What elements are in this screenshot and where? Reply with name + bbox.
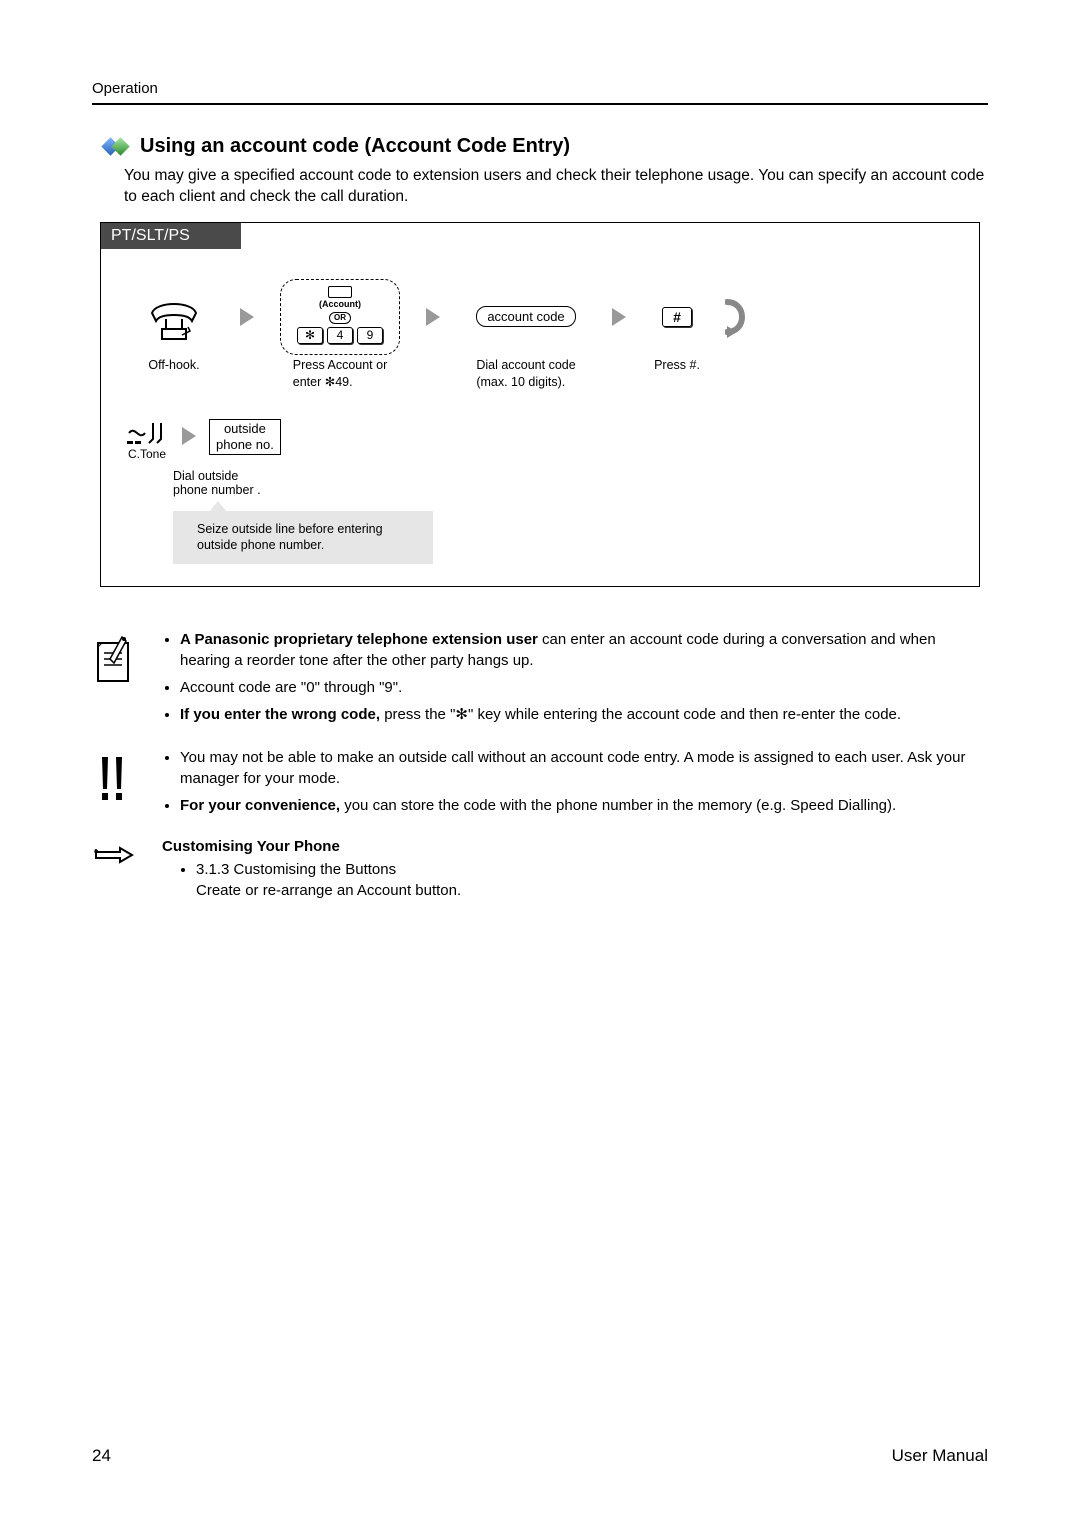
account-button-label: (Account) [319,299,361,309]
dial-code-caption-l1: Dial account code [476,358,575,372]
customise-heading: Customising Your Phone [162,838,340,855]
outside-no-box: outside phone no. [209,419,281,456]
press-hash-caption: Press #. [654,357,700,374]
header-rule [92,103,988,105]
notes-list: A Panasonic proprietary telephone extens… [162,629,988,731]
offhook-caption: Off-hook. [148,357,199,374]
note-item-1-lead: A Panasonic proprietary telephone extens… [180,631,538,648]
outside-block: outside phone no. [209,419,281,456]
star49-keys: ✻ 4 9 [297,327,383,344]
ctone-icon: C.Tone [125,419,169,461]
arrow-1 [237,277,257,357]
step-offhook: Off-hook. [119,277,229,374]
flow-row-2: C.Tone outside phone no. [125,419,961,461]
section-title-row: Using an account code (Account Code Entr… [104,135,988,158]
note-callout-caret-icon [209,501,227,512]
key-hash: # [662,307,692,327]
note-item-3-rest: press the "✻" key while entering the acc… [380,706,901,723]
outside-no-l1: outside [224,421,266,436]
customise-content: Customising Your Phone 3.1.3 Customising… [162,836,461,901]
dial-code-caption-l2: (max. 10 digits). [476,375,565,389]
exclamation-icon [92,747,142,812]
key-9: 9 [357,327,383,344]
press-account-caption: Press Account or enter ✻49. [293,357,388,391]
page-footer: 24 User Manual [92,1446,988,1466]
note-item-3-lead: If you enter the wrong code, [180,706,380,723]
step-press-hash: # Press #. [637,277,717,374]
procedure-box: PT/SLT/PS Off-hook. [100,222,980,588]
continue-arrow-icon [725,277,753,357]
ctone-label: C.Tone [128,447,166,461]
key-4: 4 [327,327,353,344]
section-title: Using an account code (Account Code Entr… [140,135,570,158]
caution-item-1: You may not be able to make an outside c… [180,747,988,789]
note-callout-text: Seize outside line before entering outsi… [197,522,383,553]
page-number: 24 [92,1446,111,1466]
section-intro: You may give a specified account code to… [124,166,988,208]
flow-row-1: Off-hook. (Account) OR ✻ 4 9 [119,277,961,391]
press-account-star: ✻ [325,375,335,389]
running-head: Operation [92,80,988,97]
note-item-2: Account code are "0" through "9". [180,677,988,698]
customise-item-ref: 3.1.3 Customising the Buttons [196,861,396,878]
press-account-caption-l2b: 49. [335,375,352,389]
notes-block: A Panasonic proprietary telephone extens… [92,629,988,731]
device-tab: PT/SLT/PS [101,223,241,249]
doc-title: User Manual [892,1446,988,1466]
key-star: ✻ [297,327,323,344]
outside-no-l2: phone no. [216,437,274,452]
caution-item-2-rest: you can store the code with the phone nu… [340,797,896,814]
note-callout: Seize outside line before entering outsi… [173,511,433,565]
page: Operation Using an account code (Account… [0,0,1080,1528]
note-item-3: If you enter the wrong code, press the "… [180,704,988,725]
offhook-icon [144,277,204,357]
customise-item-desc: Create or re-arrange an Account button. [196,882,461,899]
press-account-caption-l1: Press Account or [293,358,388,372]
arrow-4 [179,419,199,453]
notebook-icon [92,629,142,694]
dial-code-caption: Dial account code (max. 10 digits). [476,357,575,391]
caution-item-2-lead: For your convenience, [180,797,340,814]
note-item-1: A Panasonic proprietary telephone extens… [180,629,988,671]
or-label: OR [329,312,351,324]
account-button-icon [328,286,352,298]
dial-outside-caption: Dial outsidephone number . [173,469,961,497]
caution-list: You may not be able to make an outside c… [162,747,988,822]
step-dial-code: account code Dial account code (max. 10 … [451,277,601,391]
caution-block: You may not be able to make an outside c… [92,747,988,822]
procedure-body: Off-hook. (Account) OR ✻ 4 9 [101,249,979,587]
diamond-pair-icon [104,138,130,156]
pointing-hand-icon [92,836,142,875]
step-press-account: (Account) OR ✻ 4 9 Press Account or ente… [265,277,415,391]
caution-item-2: For your convenience, you can store the … [180,795,988,816]
press-account-caption-l2a: enter [293,375,325,389]
customise-item: 3.1.3 Customising the Buttons Create or … [196,859,461,901]
customise-block: Customising Your Phone 3.1.3 Customising… [92,836,988,901]
account-alt-group: (Account) OR ✻ 4 9 [280,279,400,355]
arrow-2 [423,277,443,357]
account-code-pill: account code [476,306,575,327]
arrow-3 [609,277,629,357]
page-header: Operation [92,80,988,105]
